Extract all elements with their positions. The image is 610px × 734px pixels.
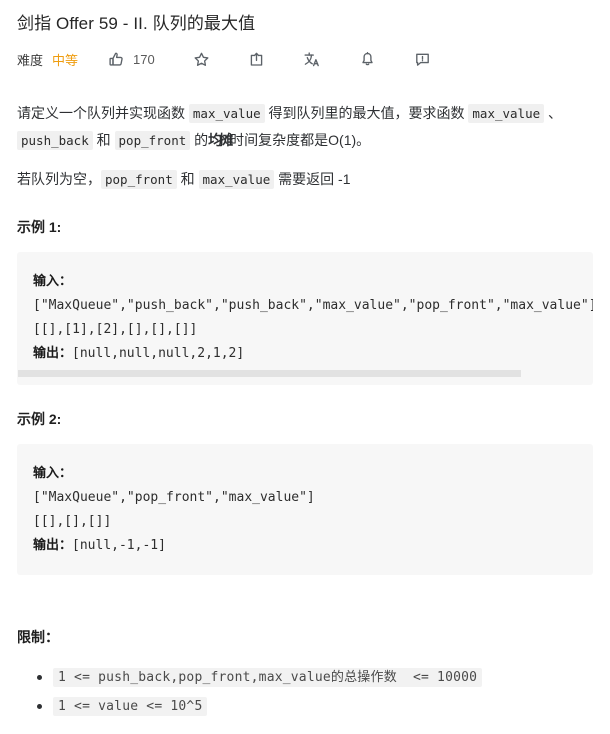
inline-code-max-value: max_value: [198, 170, 275, 189]
share-button[interactable]: [248, 51, 265, 68]
notify-button[interactable]: [359, 51, 376, 68]
star-icon: [193, 51, 210, 68]
output-label: 输出：: [33, 538, 73, 553]
problem-description-page: 剑指 Offer 59 - II. 队列的最大值 难度 中等 170 请定义一个…: [0, 0, 610, 734]
input-line-2: [[],[],[]]: [33, 514, 112, 529]
translate-button[interactable]: [303, 51, 321, 68]
example-2-heading: 示例 2:: [17, 411, 62, 427]
scrollbar-thumb[interactable]: [18, 370, 521, 377]
like-button[interactable]: 170: [108, 51, 155, 68]
output-value: [null,null,null,2,1,2]: [72, 346, 245, 361]
input-line-2: [[],[1],[2],[],[],[]]: [33, 322, 198, 337]
desc-text: 若队列为空，: [17, 171, 101, 187]
favorite-button[interactable]: [193, 51, 210, 68]
desc-text: 和: [92, 132, 115, 148]
problem-meta-row: 难度 中等 170: [17, 43, 593, 75]
translate-icon: [303, 51, 321, 68]
input-label: 输入：: [33, 274, 73, 289]
list-item: 1 <= push_back,pop_front,max_value的总操作数 …: [17, 665, 593, 690]
desc-emphasis: 均摊: [208, 132, 233, 148]
desc-text: 的: [190, 132, 209, 148]
thumbs-up-icon: [108, 51, 125, 68]
desc-text: 请定义一个队列并实现函数: [17, 105, 189, 121]
action-toolbar: 170: [108, 51, 431, 68]
share-icon: [248, 51, 265, 68]
example-2-codeblock: 输入： ["MaxQueue","pop_front","max_value"]…: [17, 444, 593, 575]
description-paragraph-1: 请定义一个队列并实现函数 max_value 得到队列里的最大值，要求函数 ma…: [17, 100, 593, 154]
constraints-list: 1 <= push_back,pop_front,max_value的总操作数 …: [17, 665, 593, 719]
constraints-heading: 限制：: [17, 629, 59, 645]
inline-code-max-value: max_value: [188, 104, 265, 123]
example-1-code: 输入： ["MaxQueue","push_back","push_back",…: [33, 270, 593, 366]
example-1-codeblock: 输入： ["MaxQueue","push_back","push_back",…: [17, 252, 593, 385]
output-label: 输出：: [33, 346, 73, 361]
input-line-1: ["MaxQueue","pop_front","max_value"]: [33, 490, 315, 505]
example-1-heading: 示例 1:: [17, 219, 62, 235]
input-line-1: ["MaxQueue","push_back","push_back","max…: [33, 298, 593, 313]
output-value: [null,-1,-1]: [72, 538, 166, 553]
feedback-button[interactable]: [414, 51, 431, 68]
constraint-code: 1 <= value <= 10^5: [53, 697, 208, 716]
page-title: 剑指 Offer 59 - II. 队列的最大值: [17, 14, 256, 33]
horizontal-scrollbar[interactable]: [17, 370, 593, 377]
difficulty-label: 难度: [17, 52, 44, 68]
feedback-icon: [414, 51, 431, 68]
desc-text: 时间复杂度都是O(1)。: [230, 132, 371, 148]
inline-code-push-back: push_back: [17, 131, 93, 150]
desc-text: 得到队列里的最大值，要求函数: [264, 105, 469, 121]
difficulty-badge: 中等: [52, 52, 79, 68]
inline-code-pop-front: pop_front: [114, 131, 191, 150]
desc-text: 需要返回 -1: [274, 171, 351, 187]
bell-icon: [359, 51, 376, 68]
desc-text: 和: [176, 171, 199, 187]
desc-text: 、: [544, 105, 563, 121]
list-item: 1 <= value <= 10^5: [17, 694, 593, 719]
like-count: 170: [133, 51, 155, 67]
constraint-code: 1 <= push_back,pop_front,max_value的总操作数 …: [53, 668, 483, 687]
example-2-code: 输入： ["MaxQueue","pop_front","max_value"]…: [33, 462, 577, 558]
inline-code-pop-front: pop_front: [101, 170, 177, 189]
inline-code-max-value: max_value: [468, 104, 545, 123]
description-paragraph-2: 若队列为空， pop_front 和 max_value 需要返回 -1: [17, 166, 593, 193]
input-label: 输入：: [33, 466, 73, 481]
